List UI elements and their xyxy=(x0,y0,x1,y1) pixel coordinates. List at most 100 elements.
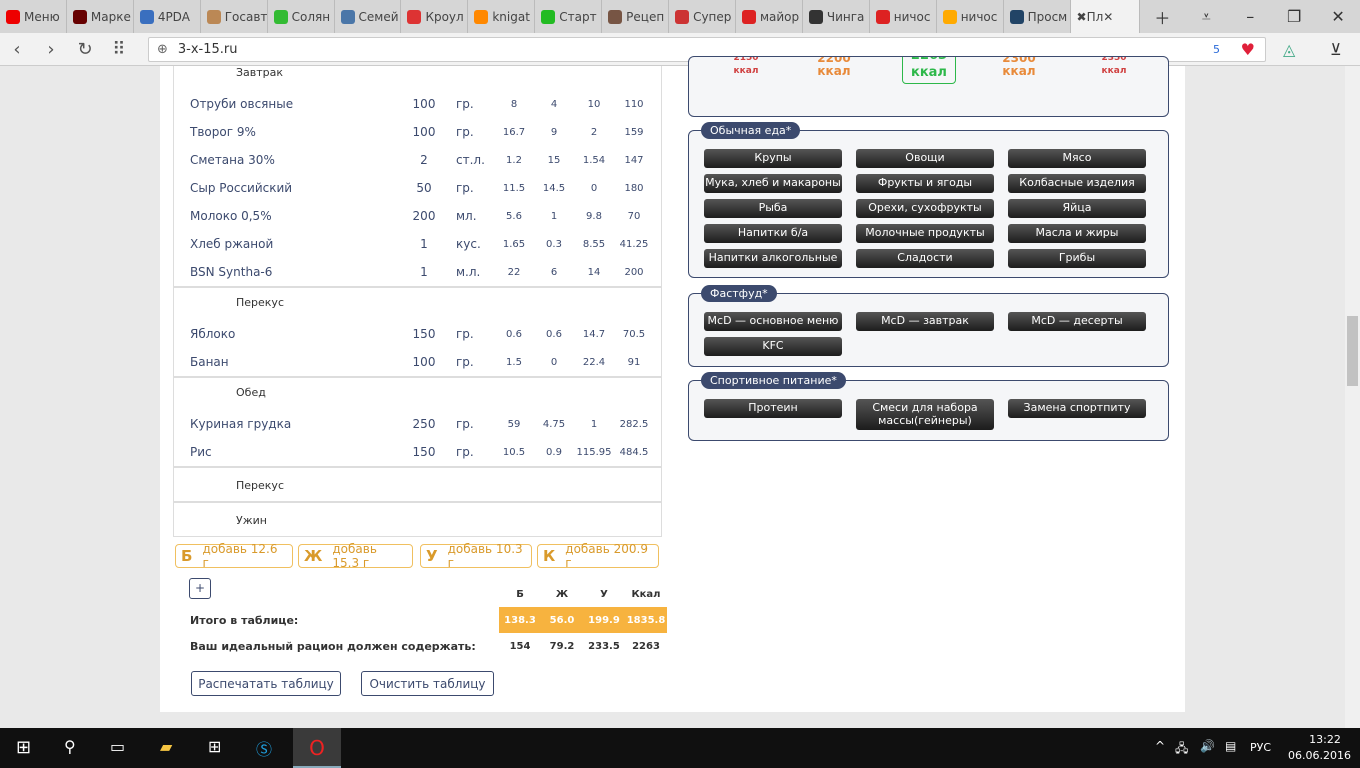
vpn-icon[interactable]: ◬ xyxy=(1283,40,1295,59)
browser-tab[interactable]: Семей xyxy=(335,0,402,33)
back-icon[interactable]: ‹ xyxy=(0,39,34,60)
minimize-icon[interactable]: – xyxy=(1228,7,1272,26)
total-label: Итого в таблице: xyxy=(190,614,299,627)
food-category-button[interactable]: Протеин xyxy=(704,399,842,418)
food-category-button[interactable]: Молочные продукты xyxy=(856,224,994,243)
kcal-option-4[interactable]: 2350 ккал xyxy=(1089,57,1139,78)
table-row[interactable]: Творог 9% 100 гр. 16.7 9 2 159 xyxy=(174,118,661,146)
food-category-button[interactable]: Напитки алкогольные xyxy=(704,249,842,268)
food-category-button[interactable]: Смеси для набора массы(гейнеры) xyxy=(856,399,994,430)
add-suggestion-3[interactable]: Кдобавь 200.9 г xyxy=(537,542,659,570)
food-category-button[interactable]: Замена спортпиту xyxy=(1008,399,1146,418)
table-row[interactable]: Куриная грудка 250 гр. 59 4.75 1 282.5 xyxy=(174,410,661,438)
meal-section-title: Обед xyxy=(174,376,661,410)
food-category-button[interactable]: Яйца xyxy=(1008,199,1146,218)
table-row[interactable]: Отруби овсяные 100 гр. 8 4 10 110 xyxy=(174,90,661,118)
close-tab-icon[interactable]: ✕ xyxy=(1103,10,1113,24)
clock-time[interactable]: 13:22 xyxy=(1300,733,1350,746)
table-row[interactable]: BSN Syntha-6 1 м.л. 22 6 14 200 xyxy=(174,258,661,286)
food-category-button[interactable]: Орехи, сухофрукты xyxy=(856,199,994,218)
add-meal-button[interactable]: + xyxy=(189,578,211,599)
start-icon[interactable]: ⊞ xyxy=(16,737,31,758)
food-category-button[interactable]: Мука, хлеб и макароны xyxy=(704,174,842,193)
skype-icon[interactable]: Ⓢ xyxy=(256,736,272,760)
food-category-button[interactable]: Фрукты и ягоды xyxy=(856,174,994,193)
browser-tab[interactable]: ничос xyxy=(870,0,937,33)
kcal-option-2[interactable]: 2263ккал xyxy=(902,57,956,84)
table-row[interactable]: Сыр Российский 50 гр. 11.5 14.5 0 180 xyxy=(174,174,661,202)
browser-tab[interactable]: 4PDA xyxy=(134,0,201,33)
download-icon[interactable]: ⊻ xyxy=(1330,40,1342,59)
food-category-button[interactable]: McD — завтрак xyxy=(856,312,994,331)
table-row[interactable]: Сметана 30% 2 ст.л. 1.2 15 1.54 147 xyxy=(174,146,661,174)
add-suggestion-2[interactable]: Удобавь 10.3 г xyxy=(420,542,532,570)
tab-bar: Меню Марке 4PDA Госавт Солян Семей Кроул knigat… xyxy=(0,0,1360,33)
language-indicator[interactable]: РУС xyxy=(1250,741,1271,754)
food-category-button[interactable]: Овощи xyxy=(856,149,994,168)
browser-tab[interactable]: Рецеп xyxy=(602,0,670,33)
food-category-button[interactable]: KFC xyxy=(704,337,842,356)
add-suggestion-1[interactable]: Ждобавь 15.3 г xyxy=(298,542,413,570)
kcal-option-3[interactable]: 2300 ккал xyxy=(994,57,1044,78)
browser-tab[interactable]: ничос xyxy=(937,0,1004,33)
food-category-button[interactable]: Крупы xyxy=(704,149,842,168)
tab-favicon-icon xyxy=(474,9,489,24)
food-category-button[interactable]: Мясо xyxy=(1008,149,1146,168)
task-view-icon[interactable]: ▭ xyxy=(110,737,125,756)
network-icon[interactable]: 🖧 xyxy=(1175,739,1188,760)
search-icon[interactable]: ⚲ xyxy=(64,737,76,756)
meal-section-title: Ужин xyxy=(174,501,661,536)
browser-tab-active[interactable]: ✖ Пл ✕ xyxy=(1070,0,1141,33)
notifications-icon[interactable]: ▤ xyxy=(1225,739,1236,753)
heart-icon[interactable]: ♥ xyxy=(1241,40,1255,59)
close-window-icon[interactable]: ✕ xyxy=(1316,7,1360,26)
kcal-option-1[interactable]: 2200 ккал xyxy=(809,57,859,78)
food-category-button[interactable]: Рыба xyxy=(704,199,842,218)
browser-tab[interactable]: Кроул xyxy=(401,0,469,33)
food-category-button[interactable]: McD — десерты xyxy=(1008,312,1146,331)
table-row[interactable]: Хлеб ржаной 1 кус. 1.65 0.3 8.55 41.25 xyxy=(174,230,661,258)
clock-date[interactable]: 06.06.2016 xyxy=(1288,749,1351,762)
add-suggestion-0[interactable]: Бдобавь 12.6 г xyxy=(175,542,293,570)
table-row[interactable]: Молоко 0,5% 200 мл. 5.6 1 9.8 70 xyxy=(174,202,661,230)
print-table-button[interactable]: Распечатать таблицу xyxy=(191,671,341,696)
reload-icon[interactable]: ↻ xyxy=(68,39,102,60)
browser-tab[interactable]: Старт xyxy=(535,0,603,33)
browser-tab[interactable]: Чинга xyxy=(803,0,870,33)
browser-tab[interactable]: майор xyxy=(736,0,803,33)
tab-menu-icon[interactable]: ⩡ xyxy=(1184,7,1228,27)
browser-tab[interactable]: Меню xyxy=(0,0,67,33)
maximize-icon[interactable]: ❐ xyxy=(1272,7,1316,26)
store-icon[interactable]: ⊞ xyxy=(208,737,221,756)
carbs: 2 xyxy=(590,126,598,138)
forward-icon[interactable]: › xyxy=(34,39,68,60)
adblock-badge[interactable]: 5 xyxy=(1213,43,1220,56)
new-tab-icon[interactable]: ＋ xyxy=(1140,5,1184,29)
food-category-button[interactable]: Напитки б/а xyxy=(704,224,842,243)
scrollbar[interactable] xyxy=(1345,66,1360,728)
fat: 0 xyxy=(550,356,558,368)
browser-tab[interactable]: Солян xyxy=(268,0,335,33)
food-category-button[interactable]: Масла и жиры xyxy=(1008,224,1146,243)
explorer-icon[interactable]: ▰ xyxy=(160,737,172,756)
food-category-button[interactable]: McD — основное меню xyxy=(704,312,842,331)
browser-tab[interactable]: Супер xyxy=(669,0,736,33)
browser-tab[interactable]: Госавт xyxy=(201,0,268,33)
browser-tab[interactable]: Просм xyxy=(1004,0,1071,33)
table-row[interactable]: Банан 100 гр. 1.5 0 22.4 91 xyxy=(174,348,661,376)
volume-icon[interactable]: 🔊 xyxy=(1200,739,1215,753)
food-category-button[interactable]: Грибы xyxy=(1008,249,1146,268)
browser-tab[interactable]: knigat xyxy=(468,0,536,33)
kcal-option-0[interactable]: 2150 ккал xyxy=(721,57,771,78)
quantity: 250 xyxy=(412,417,436,431)
tray-chevron-icon[interactable]: ^ xyxy=(1155,739,1165,753)
table-row[interactable]: Рис 150 гр. 10.5 0.9 115.95 484.5 xyxy=(174,438,661,466)
panel-title: Фастфуд* xyxy=(701,285,777,302)
browser-tab[interactable]: Марке xyxy=(67,0,134,33)
food-category-button[interactable]: Сладости xyxy=(856,249,994,268)
opera-taskbar-icon[interactable]: O xyxy=(293,728,341,768)
table-row[interactable]: Яблоко 150 гр. 0.6 0.6 14.7 70.5 xyxy=(174,320,661,348)
speed-dial-icon[interactable]: ⠿ xyxy=(102,39,136,60)
clear-table-button[interactable]: Очистить таблицу xyxy=(361,671,494,696)
food-category-button[interactable]: Колбасные изделия xyxy=(1008,174,1146,193)
